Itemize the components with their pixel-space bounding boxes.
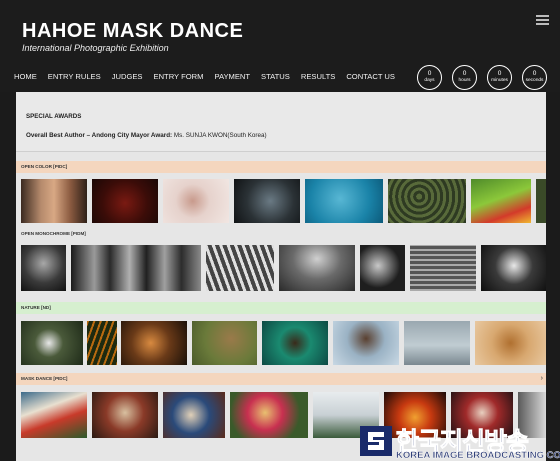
results-content: SPECIAL AWARDS Overall Best Author – And… xyxy=(16,92,546,461)
gallery-thumbnail[interactable] xyxy=(163,179,229,223)
gallery-thumbnail[interactable] xyxy=(305,179,383,223)
gallery-thumbnail[interactable] xyxy=(92,392,158,438)
gallery-thumbnail[interactable] xyxy=(206,245,274,291)
main-nav: HOME ENTRY RULES JUDGES ENTRY FORM PAYME… xyxy=(14,72,395,81)
gallery-thumbnail[interactable] xyxy=(192,321,257,365)
gallery-thumbnail[interactable] xyxy=(279,245,355,291)
watermark-english: KOREA IMAGE BROADCASTING CO. xyxy=(396,450,560,461)
section-nature: NATURE [ND] xyxy=(16,302,546,314)
countdown-days: 0 days xyxy=(417,65,442,90)
gallery-thumbnail[interactable] xyxy=(92,179,158,223)
broadcaster-logo-icon xyxy=(360,426,392,456)
nav-contact-us[interactable]: CONTACT US xyxy=(346,72,395,81)
broadcaster-watermark: 한국지신방송 KOREA IMAGE BROADCASTING CO. xyxy=(360,420,560,461)
overall-best-author-award: Overall Best Author – Andong City Mayor … xyxy=(26,132,267,139)
hamburger-menu-icon[interactable] xyxy=(536,15,549,25)
award-label: Overall Best Author – Andong City Mayor … xyxy=(26,132,173,139)
site-subtitle: International Photographic Exhibition xyxy=(22,43,169,53)
gallery-thumbnail[interactable] xyxy=(163,392,225,438)
gallery-thumbnail[interactable] xyxy=(388,179,466,223)
gallery-thumbnail[interactable] xyxy=(481,245,546,291)
nav-payment[interactable]: PAYMENT xyxy=(214,72,250,81)
gallery-thumbnail[interactable] xyxy=(87,321,117,365)
gallery-thumbnail[interactable] xyxy=(333,321,399,365)
nav-home[interactable]: HOME xyxy=(14,72,37,81)
section-open-monochrome: OPEN MONOCHROME [PIDM] xyxy=(16,228,546,240)
gallery-thumbnail[interactable] xyxy=(21,321,83,365)
nav-results[interactable]: RESULTS xyxy=(301,72,335,81)
nav-status[interactable]: STATUS xyxy=(261,72,290,81)
gallery-thumbnail[interactable] xyxy=(234,179,300,223)
countdown-minutes: 0 minutes xyxy=(487,65,512,90)
section-mask-dance: MASK DANCE [PIDC] › xyxy=(16,373,546,385)
award-winner: Ms. SUNJA KWON(South Korea) xyxy=(172,132,267,139)
gallery-thumbnail[interactable] xyxy=(262,321,328,365)
expand-arrow-icon[interactable]: › xyxy=(541,375,543,382)
gallery-thumbnail[interactable] xyxy=(360,245,405,291)
site-title[interactable]: HAHOE MASK DANCE xyxy=(22,20,243,43)
special-awards-panel: SPECIAL AWARDS Overall Best Author – And… xyxy=(16,92,546,152)
countdown-timer: 0 days 0 hours 0 minutes 0 seconds xyxy=(417,65,547,90)
nav-judges[interactable]: JUDGES xyxy=(112,72,143,81)
gallery-thumbnail[interactable] xyxy=(21,392,87,438)
countdown-seconds: 0 seconds xyxy=(522,65,547,90)
gallery-thumbnail[interactable] xyxy=(21,179,87,223)
gallery-thumbnail[interactable] xyxy=(475,321,546,365)
gallery-thumbnail[interactable] xyxy=(404,321,470,365)
section-open-color: OPEN COLOR [PIDC] xyxy=(16,161,546,173)
countdown-hours: 0 hours xyxy=(452,65,477,90)
gallery-thumbnail[interactable] xyxy=(121,321,187,365)
gallery-thumbnail[interactable] xyxy=(71,245,201,291)
nav-entry-rules[interactable]: ENTRY RULES xyxy=(48,72,101,81)
gallery-thumbnail[interactable] xyxy=(410,245,476,291)
nav-entry-form[interactable]: ENTRY FORM xyxy=(154,72,204,81)
gallery-thumbnail[interactable] xyxy=(471,179,531,223)
special-awards-heading: SPECIAL AWARDS xyxy=(26,113,82,120)
site-header: HAHOE MASK DANCE International Photograp… xyxy=(0,0,560,92)
gallery-thumbnail[interactable] xyxy=(536,179,546,223)
gallery-thumbnail[interactable] xyxy=(21,245,66,291)
gallery-thumbnail[interactable] xyxy=(230,392,308,438)
